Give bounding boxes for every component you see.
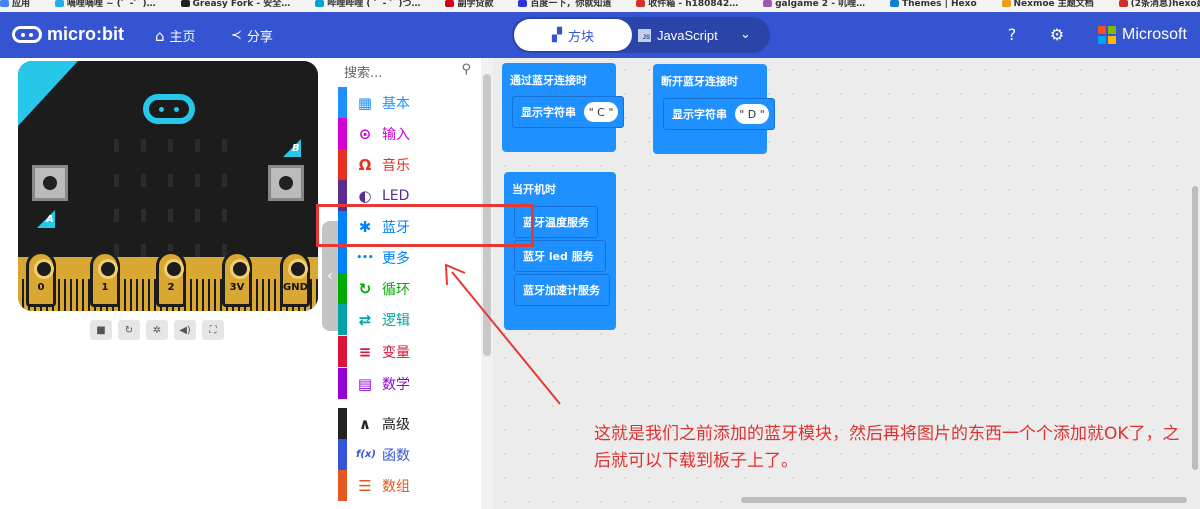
annotation-text: 这就是我们之前添加的蓝牙模块，然后再将图片的东西一个个添加就OK了，之后就可以下… [594,424,1180,471]
